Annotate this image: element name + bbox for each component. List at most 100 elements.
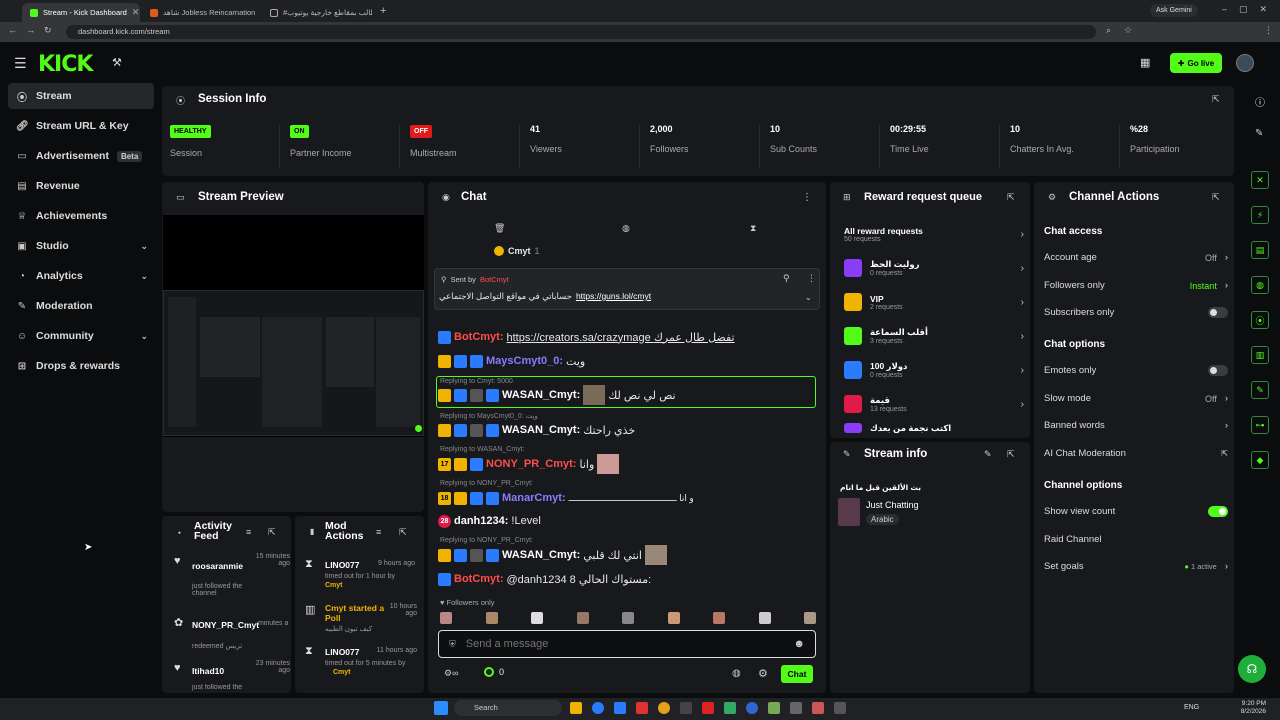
browser-tab-2[interactable]: شاهد Jobless Reincarnation ✕ [142, 3, 260, 22]
emote-image[interactable] [440, 612, 452, 624]
window-controls[interactable]: –▢✕ [1222, 4, 1279, 15]
close-icon[interactable]: ✕ [132, 7, 140, 18]
windows-start-icon[interactable] [434, 701, 448, 715]
reward-item[interactable]: أقلب السماعة 3 requests › [844, 321, 1024, 351]
sidebar-item-drops[interactable]: ⊞ Drops & rewards [8, 353, 154, 379]
hamburger-icon[interactable]: ☰ [14, 55, 27, 72]
settings-toggle-icon[interactable]: ⚙∞ [444, 668, 458, 679]
kick-logo[interactable]: KICK [38, 52, 93, 77]
toolbar-broadcast-icon[interactable]: ⦿ [1251, 311, 1269, 329]
app-icon[interactable] [834, 702, 846, 714]
chat-username[interactable]: WASAN_Cmyt: [502, 424, 580, 436]
popout-icon[interactable]: ⇱ [399, 527, 407, 538]
chat-message[interactable]: MaysCmyt0_0: ويت [438, 351, 818, 371]
chat-username[interactable]: ManarCmyt: [502, 492, 566, 504]
youtube-icon[interactable] [702, 702, 714, 714]
emote-image[interactable] [531, 612, 543, 624]
avatar[interactable] [1236, 54, 1254, 72]
emoji-icon[interactable]: ☻ [793, 638, 805, 650]
chat-message[interactable]: 28 danh1234: !Level [438, 511, 818, 531]
bookmark-star-icon[interactable]: ☆ [1124, 25, 1132, 36]
popout-icon[interactable]: ⇱ [1212, 192, 1220, 203]
popout-icon[interactable]: ⇱ [1007, 449, 1015, 460]
toolbar-share-icon[interactable]: ⊶ [1251, 416, 1269, 434]
stream-video[interactable] [163, 215, 424, 437]
outlook-icon[interactable] [614, 702, 626, 714]
sidebar-item-community[interactable]: ☺ Community ⌄ [8, 323, 154, 349]
reward-item[interactable]: 100 دولار 0 requests › [844, 355, 1024, 385]
emotes-only-row[interactable]: Emotes only [1044, 365, 1228, 376]
url-field[interactable]: dashboard.kick.com/stream [66, 25, 1096, 39]
hammer-icon[interactable]: ⚒ [112, 56, 122, 69]
edge-icon[interactable] [592, 702, 604, 714]
file-explorer-icon[interactable] [570, 702, 582, 714]
emote-strip[interactable] [440, 612, 816, 626]
emote-image[interactable] [758, 612, 771, 624]
show-view-count-toggle[interactable] [1208, 506, 1228, 517]
chat-username[interactable]: NONY_PR_Cmyt: [486, 458, 576, 470]
pencil-icon[interactable]: ✎ [1255, 128, 1263, 139]
set-goals-row[interactable]: Set goals ● 1 active › [1044, 561, 1228, 572]
gear-icon[interactable]: ⚙ [758, 667, 768, 680]
trash-icon[interactable]: 🗑︎ [494, 223, 505, 234]
info-icon[interactable]: ⓘ [1255, 94, 1265, 109]
filter-icon[interactable]: ≡ [376, 527, 381, 537]
account-age-row[interactable]: Account age Off › [1044, 252, 1228, 263]
back-icon[interactable]: ← [8, 25, 17, 35]
toolbar-note-icon[interactable]: ▤ [1251, 241, 1269, 259]
chevron-down-icon[interactable]: ⌄ [805, 293, 812, 302]
chat-input[interactable] [465, 638, 794, 650]
more-icon[interactable]: ⋮ [807, 273, 816, 284]
chat-message[interactable]: WASAN_Cmyt: انتي لك قلبي [438, 545, 818, 565]
subscribers-only-toggle[interactable] [1208, 307, 1228, 318]
ai-moderation-row[interactable]: AI Chat Moderation ⇱ [1044, 448, 1228, 459]
emote-image[interactable] [485, 612, 498, 624]
emote-image[interactable] [622, 612, 634, 624]
chat-username[interactable]: MaysCmyt0_0: [486, 355, 563, 367]
sidebar-item-studio[interactable]: ▣ Studio ⌄ [8, 233, 154, 259]
pinned-message[interactable]: ⚲ Sent by BotCmyt حساباتي في مواقع التوا… [434, 268, 820, 310]
obs-icon[interactable] [746, 702, 758, 714]
chat-username[interactable]: BotCmyt: [454, 573, 504, 585]
slow-mode-row[interactable]: Slow mode Off › [1044, 393, 1228, 404]
reward-item[interactable]: VIP 2 requests › [844, 287, 1024, 317]
popout-icon[interactable]: ⇱ [268, 527, 276, 538]
chat-username[interactable]: WASAN_Cmyt: [502, 549, 580, 561]
chat-message[interactable]: BotCmyt: https://creators.sa/crazymage ت… [438, 327, 818, 347]
app-icon[interactable] [724, 702, 736, 714]
chat-input-box[interactable]: ⛨ ☻ [438, 630, 816, 658]
capcut-icon[interactable] [680, 702, 692, 714]
chat-bubble-icon[interactable]: ◍ [732, 668, 741, 679]
browser-tab-3[interactable]: #الطالب بمقاطع خارجية يوتيوب ✕ [262, 3, 372, 22]
send-chat-button[interactable]: Chat [781, 665, 813, 683]
sidebar-item-stream[interactable]: ⦿ Stream [8, 83, 154, 109]
go-live-button[interactable]: ✚ Go live [1170, 53, 1222, 73]
settings-app-icon[interactable] [790, 702, 802, 714]
message-icon[interactable]: ◍ [622, 223, 630, 234]
hourglass-icon[interactable]: ⧗ [750, 223, 756, 234]
browser-tab-kick[interactable]: Stream - Kick Dashboard ✕ [22, 3, 140, 22]
pin-icon[interactable]: ⚲ [783, 273, 790, 284]
channel-points[interactable]: 0 [484, 667, 504, 677]
edit-icon[interactable]: ✎ [984, 449, 992, 460]
app-icon[interactable] [812, 702, 824, 714]
emote-image[interactable] [576, 612, 589, 624]
emote-image[interactable] [804, 612, 816, 624]
sidebar-item-stream-url[interactable]: 🔗︎ Stream URL & Key [8, 113, 154, 139]
chat-message[interactable]: WASAN_Cmyt: نص لي نص لك [438, 385, 818, 405]
forward-icon[interactable]: → [26, 25, 35, 35]
search-icon[interactable]: ⌕ [1106, 25, 1111, 36]
emotes-only-toggle[interactable] [1208, 365, 1228, 376]
toolbar-media-icon[interactable]: ▥ [1251, 346, 1269, 364]
sidebar-item-analytics[interactable]: ◔ Analytics ⌄ [8, 263, 154, 289]
chat-username[interactable]: WASAN_Cmyt: [502, 389, 580, 401]
language-indicator[interactable]: ENG [1184, 704, 1199, 711]
emote-image[interactable] [667, 612, 680, 624]
raid-channel-row[interactable]: Raid Channel [1044, 534, 1228, 545]
sidebar-item-moderation[interactable]: ✎ Moderation [8, 293, 154, 319]
banned-words-row[interactable]: Banned words › [1044, 420, 1228, 431]
filter-icon[interactable]: ≡ [246, 527, 251, 537]
sidebar-item-advertisement[interactable]: ▭ Advertisement Beta [8, 143, 154, 169]
clock[interactable]: 9:20 PM 8/2/2026 [1232, 700, 1266, 716]
toolbar-close-icon[interactable]: ✕ [1251, 171, 1269, 189]
